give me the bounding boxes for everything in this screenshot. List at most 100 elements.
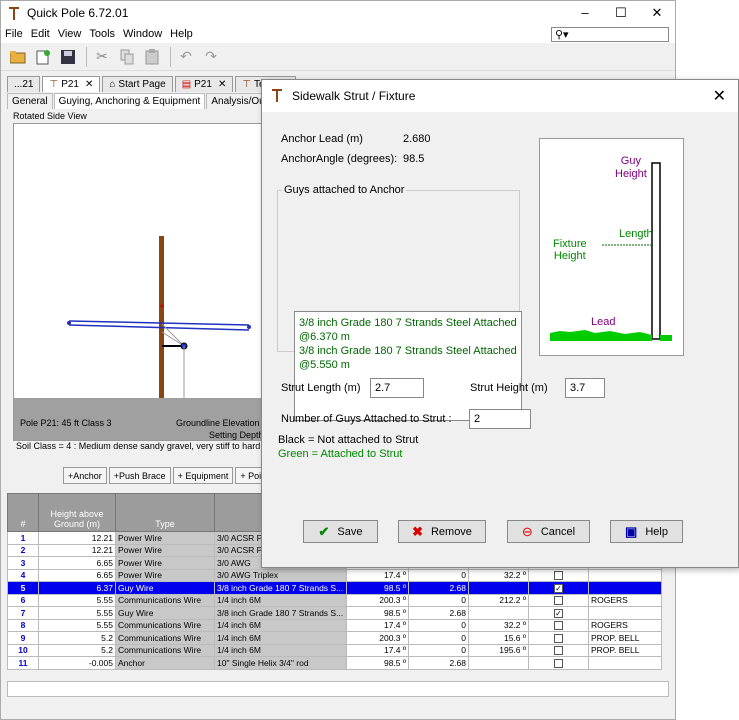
redo-icon[interactable]: ↷ [200, 46, 222, 68]
maximize-button[interactable]: ☐ [603, 5, 639, 21]
add-anchor-button[interactable]: +Anchor [63, 467, 107, 484]
row-description[interactable]: 1/4 inch 6M [214, 631, 347, 645]
row-lead[interactable]: 0 [408, 631, 469, 645]
row-description[interactable]: 1/4 inch 6M [214, 643, 347, 657]
row-lead[interactable]: 2.68 [408, 581, 469, 595]
tab-general[interactable]: General [7, 93, 53, 109]
row-owner[interactable]: PROP. BELL [588, 643, 662, 657]
row-lead[interactable]: 2.68 [408, 606, 469, 620]
doc-tab-2[interactable]: ⊤ P21 ✕ [42, 76, 101, 92]
row-height[interactable]: 5.2 [38, 631, 116, 645]
row-lead[interactable]: 0 [408, 568, 469, 582]
close-tab-icon[interactable]: ✕ [218, 79, 226, 90]
save-icon[interactable] [57, 46, 79, 68]
row-value[interactable]: 32.2 º [468, 568, 529, 582]
horizontal-scrollbar[interactable] [7, 681, 669, 697]
row-checkbox[interactable] [554, 596, 563, 606]
table-row[interactable]: 4 6.65 Power Wire 3/0 AWG Triplex 17.4 º 0 32.… [7, 568, 662, 582]
row-number[interactable]: 3 [7, 556, 39, 570]
row-type[interactable]: Communications Wire [115, 631, 215, 645]
new-icon[interactable] [32, 46, 54, 68]
row-angle[interactable]: 17.4 º [346, 568, 409, 582]
close-tab-icon[interactable]: ✕ [85, 79, 93, 90]
table-row[interactable]: 11 -0.005 Anchor 10" Single Helix 3/4" rod 9… [7, 656, 662, 670]
row-type[interactable]: Power Wire [115, 568, 215, 582]
row-height[interactable]: 12.21 [38, 543, 116, 557]
list-item[interactable]: @5.550 m [299, 358, 517, 372]
row-lead[interactable]: 0 [408, 643, 469, 657]
list-item[interactable]: 3/8 inch Grade 180 7 Strands Steel Attac… [299, 344, 517, 358]
row-number[interactable]: 10 [7, 643, 39, 657]
row-angle[interactable]: 98.5 º [346, 581, 409, 595]
row-type[interactable]: Power Wire [115, 556, 215, 570]
row-type[interactable]: Anchor [115, 656, 215, 670]
row-height[interactable]: 12.21 [38, 531, 116, 545]
row-checkbox[interactable] [554, 646, 563, 656]
row-height[interactable]: 5.55 [38, 618, 116, 632]
row-type[interactable]: Communications Wire [115, 593, 215, 607]
row-lead[interactable]: 0 [408, 593, 469, 607]
row-value[interactable]: 32.2 º [468, 618, 529, 632]
doc-tab-3[interactable]: ⌂ Start Page [102, 76, 173, 92]
row-checkbox[interactable] [554, 571, 563, 581]
tab-guying[interactable]: Guying, Anchoring & Equipment [53, 93, 206, 109]
paste-icon[interactable] [141, 46, 163, 68]
menu-edit[interactable]: Edit [31, 28, 50, 40]
add-equipment-button[interactable]: + Equipment [172, 467, 234, 484]
row-checkbox[interactable]: ✓ [554, 608, 563, 618]
row-number[interactable]: 11 [7, 656, 39, 670]
row-height[interactable]: 5.55 [38, 606, 116, 620]
row-angle[interactable]: 17.4 º [346, 643, 409, 657]
undo-icon[interactable]: ↶ [175, 46, 197, 68]
open-icon[interactable] [7, 46, 29, 68]
col-header-type[interactable]: Type [115, 493, 215, 532]
row-angle[interactable]: 98.5 º [346, 656, 409, 670]
row-type[interactable]: Power Wire [115, 543, 215, 557]
row-number[interactable]: 7 [7, 606, 39, 620]
copy-icon[interactable] [116, 46, 138, 68]
row-number[interactable]: 6 [7, 593, 39, 607]
row-type[interactable]: Guy Wire [115, 606, 215, 620]
col-header-height[interactable]: Height above Ground (m) [38, 493, 116, 532]
row-checkbox[interactable] [554, 658, 563, 668]
row-height[interactable]: 5.2 [38, 643, 116, 657]
cut-icon[interactable]: ✂ [91, 46, 113, 68]
pole-view-canvas[interactable]: Pole P21: 45 ft Class 3 Groundline Eleva… [13, 123, 275, 441]
row-number[interactable]: 1 [7, 531, 39, 545]
menu-view[interactable]: View [58, 28, 82, 40]
row-value[interactable] [468, 606, 529, 620]
row-number[interactable]: 4 [7, 568, 39, 582]
row-checkbox[interactable] [554, 633, 563, 643]
row-type[interactable]: Power Wire [115, 531, 215, 545]
table-row[interactable]: 8 5.55 Communications Wire 1/4 inch 6M 17.4 … [7, 618, 662, 632]
row-number[interactable]: 9 [7, 631, 39, 645]
row-value[interactable] [468, 581, 529, 595]
remove-button[interactable]: ✖ Remove [398, 520, 486, 543]
minimize-button[interactable]: – [567, 5, 603, 21]
cancel-button[interactable]: ⊖ Cancel [507, 520, 590, 543]
col-header-number[interactable]: # [7, 493, 39, 532]
search-input[interactable]: ⚲▾ [551, 26, 669, 42]
row-description[interactable]: 3/8 inch Grade 180 7 Strands S... [214, 606, 347, 620]
list-item[interactable]: 3/8 inch Grade 180 7 Strands Steel Attac… [299, 316, 517, 330]
row-owner[interactable]: ROGERS [588, 593, 662, 607]
row-height[interactable]: 6.65 [38, 556, 116, 570]
row-owner[interactable] [588, 656, 662, 670]
row-type[interactable]: Guy Wire [115, 581, 215, 595]
row-description[interactable]: 1/4 inch 6M [214, 618, 347, 632]
row-height[interactable]: 5.55 [38, 593, 116, 607]
row-checkbox[interactable]: ✓ [554, 583, 563, 593]
table-row[interactable]: 10 5.2 Communications Wire 1/4 inch 6M 17.4 … [7, 643, 662, 657]
row-type[interactable]: Communications Wire [115, 618, 215, 632]
guys-list[interactable]: 3/8 inch Grade 180 7 Strands Steel Attac… [294, 311, 522, 421]
strut-length-input[interactable] [370, 378, 424, 398]
row-angle[interactable]: 98.5 º [346, 606, 409, 620]
menu-file[interactable]: File [5, 28, 23, 40]
row-owner[interactable] [588, 606, 662, 620]
table-row[interactable]: 6 5.55 Communications Wire 1/4 inch 6M 200.3… [7, 593, 662, 607]
row-angle[interactable]: 200.3 º [346, 631, 409, 645]
row-value[interactable]: 212.2 º [468, 593, 529, 607]
row-description[interactable]: 1/4 inch 6M [214, 593, 347, 607]
row-number[interactable]: 2 [7, 543, 39, 557]
row-description[interactable]: 3/8 inch Grade 180 7 Strands S... [214, 581, 347, 595]
